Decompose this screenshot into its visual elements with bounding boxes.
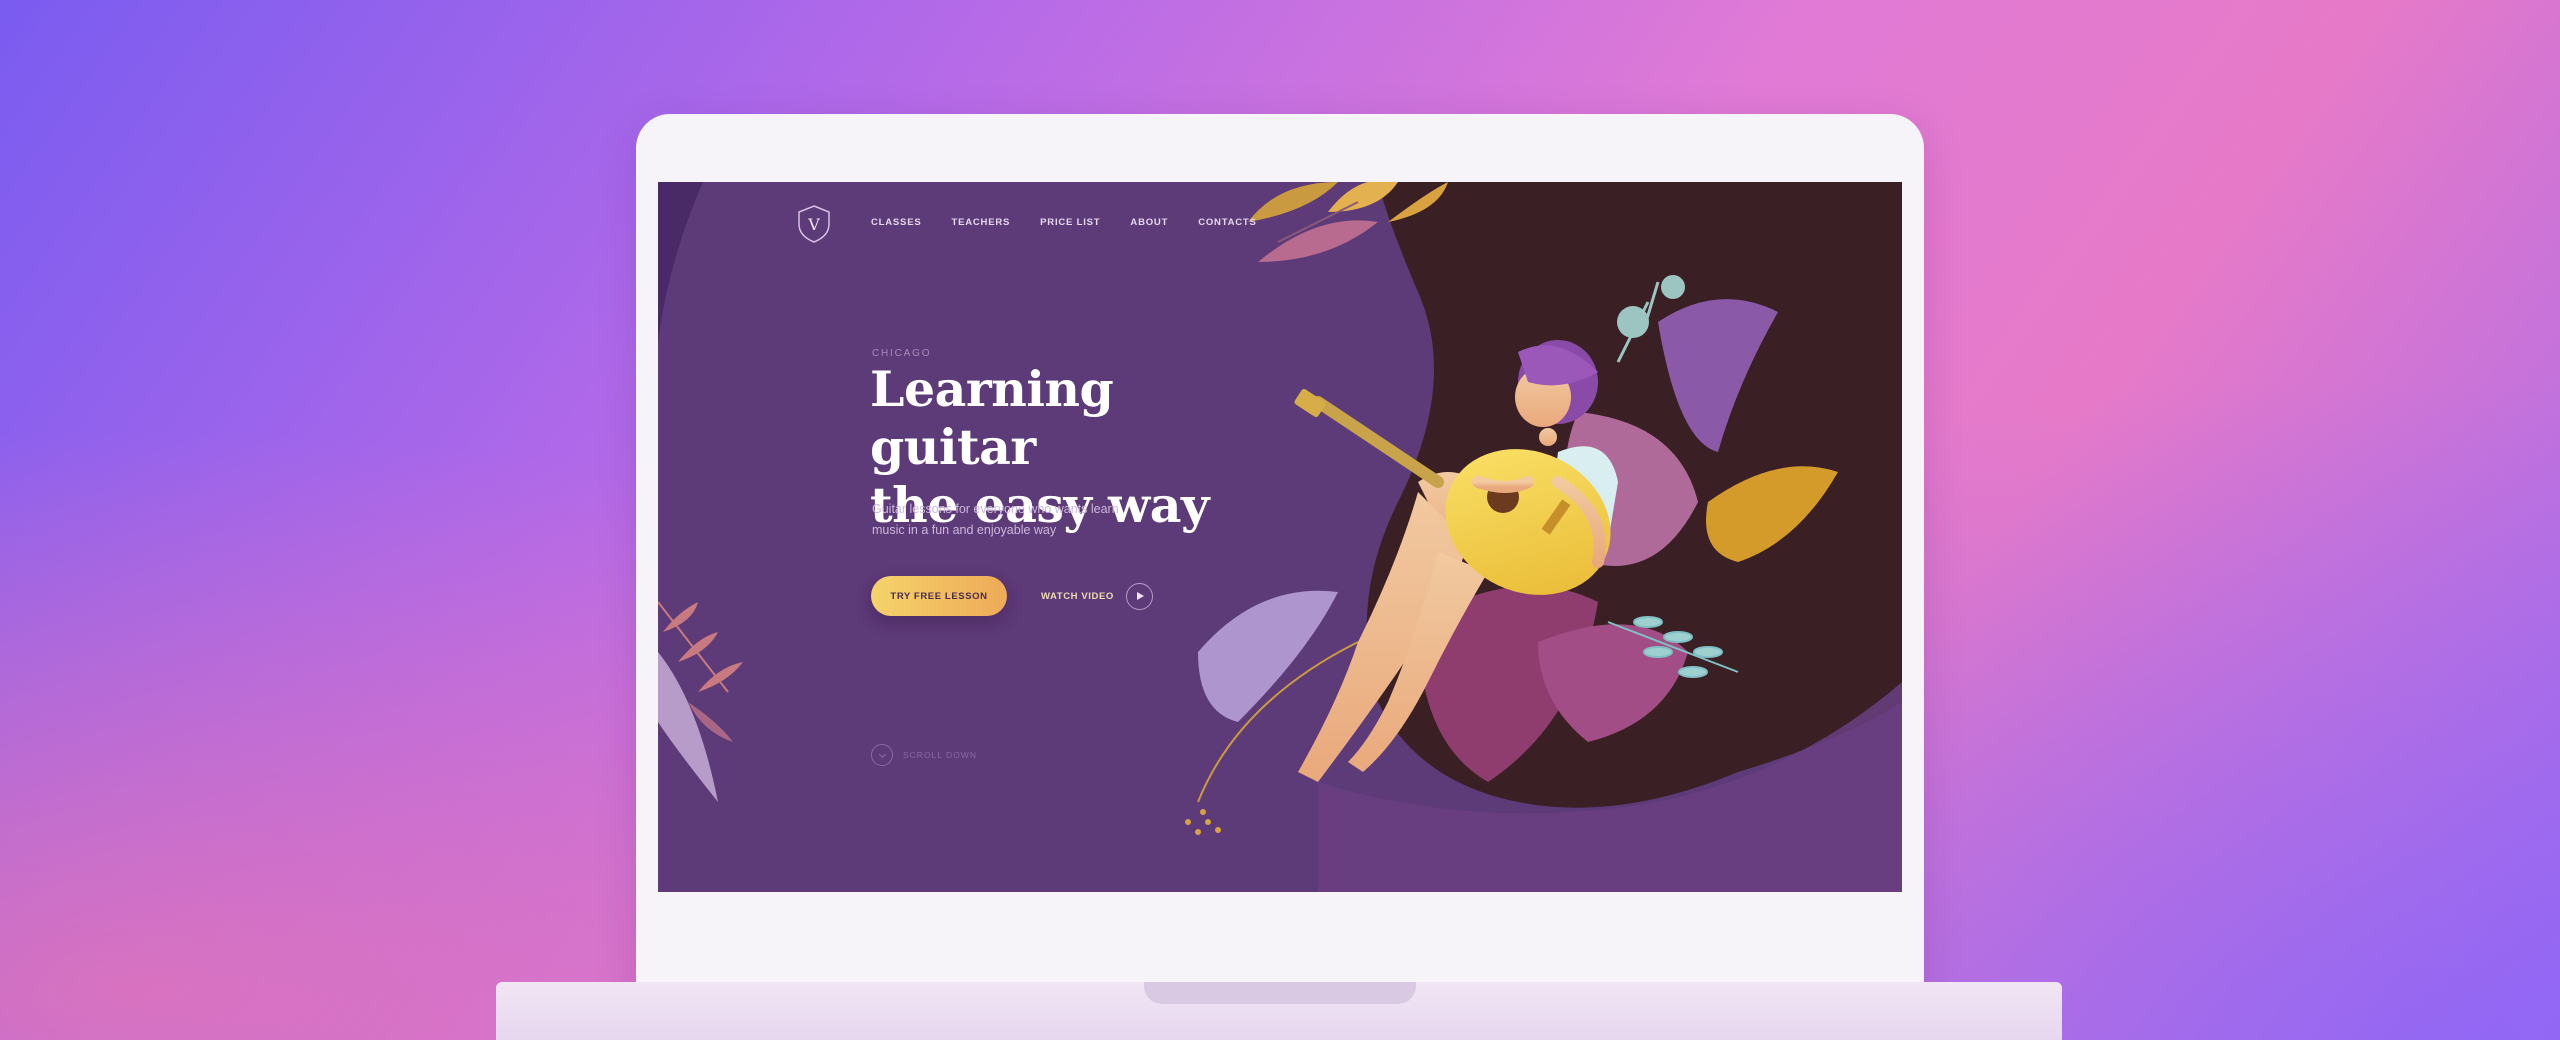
laptop-notch: [1144, 982, 1416, 1004]
hero-subtitle: Guitar lessons for everyone who wants le…: [872, 499, 1132, 541]
play-icon[interactable]: [1125, 582, 1153, 610]
left-leaves-icon: [658, 601, 743, 802]
location-label: CHICAGO: [872, 348, 932, 359]
bud-icon: [1617, 306, 1649, 338]
logo-shield-icon[interactable]: V: [796, 204, 832, 244]
hero-title-line1: Learning guitar: [870, 360, 1114, 476]
scroll-down-label: SCROLL DOWN: [903, 750, 977, 760]
nav-price-list[interactable]: PRICE LIST: [1040, 217, 1100, 228]
watch-video-label: WATCH VIDEO: [1041, 590, 1114, 602]
hero-subtitle-line1: Guitar lessons for everyone who wants le…: [872, 502, 1119, 516]
hero-subtitle-line2: music in a fun and enjoyable way: [872, 523, 1057, 537]
nav-about[interactable]: ABOUT: [1130, 217, 1168, 228]
main-nav: CLASSES TEACHERS PRICE LIST ABOUT CONTAC…: [871, 217, 1257, 228]
watch-video-link[interactable]: WATCH VIDEO: [1041, 582, 1153, 610]
nav-classes[interactable]: CLASSES: [871, 217, 921, 228]
left-edge-shape: [658, 182, 703, 342]
hero-illustration: [658, 182, 1902, 892]
flower-stem-icon: [1185, 809, 1221, 835]
nav-teachers[interactable]: TEACHERS: [951, 217, 1010, 228]
nav-contacts[interactable]: CONTACTS: [1198, 217, 1256, 228]
scroll-down-link[interactable]: SCROLL DOWN: [871, 744, 977, 766]
try-free-lesson-button[interactable]: TRY FREE LESSON: [871, 576, 1007, 616]
scroll-down-icon[interactable]: [871, 744, 893, 766]
website-screen: V CLASSES TEACHERS PRICE LIST ABOUT CONT…: [658, 182, 1902, 892]
logo-letter: V: [807, 215, 820, 234]
